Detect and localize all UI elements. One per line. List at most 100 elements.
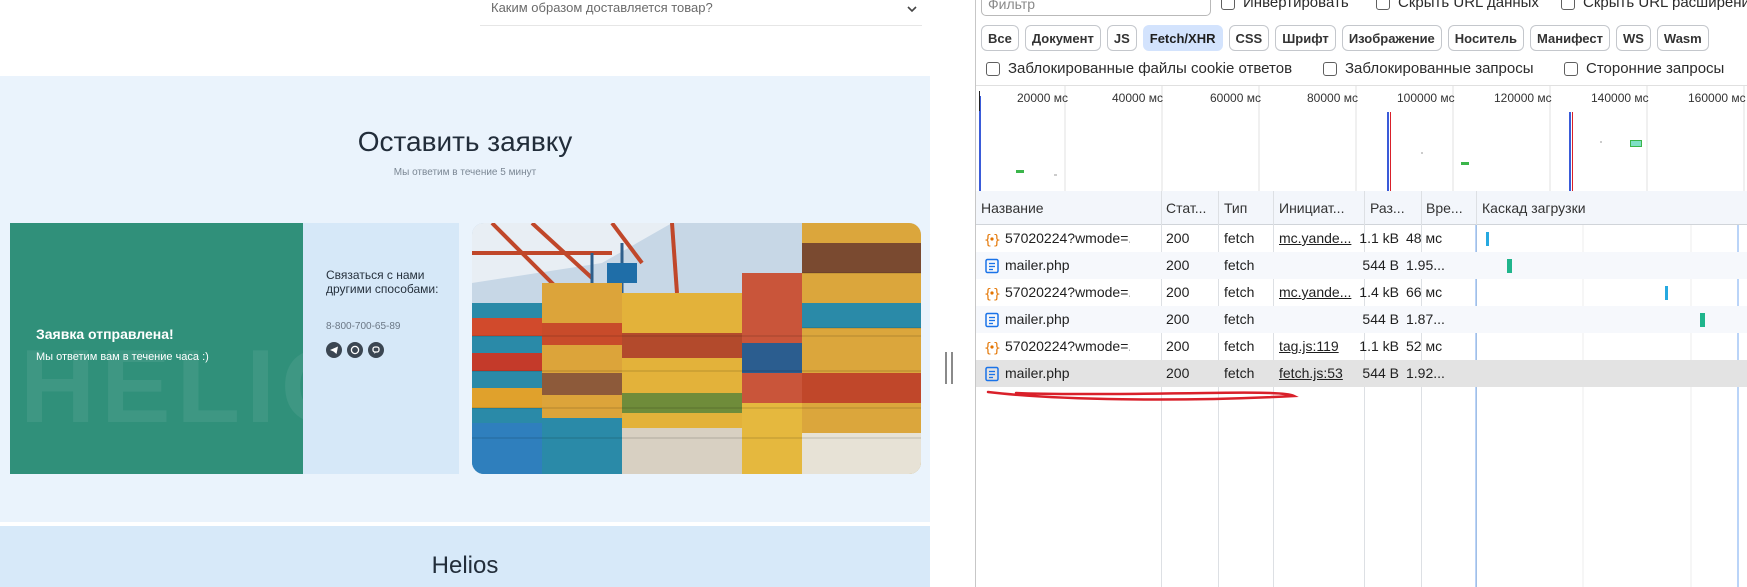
timeline-tick: 140000 мс <box>1591 91 1649 105</box>
svg-text:}: } <box>993 287 1000 301</box>
svg-text:}: } <box>993 341 1000 355</box>
table-row-selected[interactable]: mailer.php 200 fetch fetch.js:53 544 B 1… <box>976 360 1747 387</box>
hide-data-urls-checkbox[interactable]: Скрыть URL данных <box>1376 0 1539 11</box>
svg-text:{: { <box>984 287 992 301</box>
request-type: fetch <box>1224 338 1255 354</box>
filter-chip-all[interactable]: Все <box>981 25 1019 51</box>
request-initiator-link[interactable]: mc.yande... <box>1279 284 1359 300</box>
filter-chip-wasm[interactable]: Wasm <box>1656 25 1709 51</box>
filter-chip-css[interactable]: CSS <box>1228 25 1270 51</box>
network-panel: Фильтр Инвертировать Скрыть URL данных С… <box>975 0 1747 587</box>
request-size: 1.1 kB <box>1359 338 1399 354</box>
container-ship-image <box>472 223 921 474</box>
drag-handle-icon[interactable] <box>944 350 954 386</box>
success-text: Мы ответим вам в течение часа :) <box>36 351 209 363</box>
request-size: 1.1 kB <box>1359 230 1399 246</box>
whatsapp-icon[interactable] <box>347 342 363 358</box>
third-party-checkbox[interactable]: Сторонние запросы <box>1564 60 1724 77</box>
filter-chip-manifest[interactable]: Манифест <box>1530 25 1610 51</box>
request-status: 200 <box>1166 257 1190 273</box>
success-panel: HELIOS Заявка отправлена! Мы ответим вам… <box>10 223 303 474</box>
faq-item[interactable]: Каким образом доставляется товар? <box>480 0 922 26</box>
table-row[interactable]: {} 57020224?wmode=... 200 fetch mc.yande… <box>976 279 1747 306</box>
request-type: fetch <box>1224 230 1255 246</box>
footer-band: Helios <box>0 526 930 587</box>
blocked-cookies-checkbox[interactable]: Заблокированные файлы cookie ответов <box>986 60 1292 77</box>
table-row[interactable]: mailer.php 200 fetch 544 B 1.87... <box>976 306 1747 333</box>
contact-phone[interactable]: 8-800-700-65-89 <box>326 321 401 332</box>
timeline-tick: 80000 мс <box>1307 91 1358 105</box>
filter-chip-media[interactable]: Носитель <box>1447 25 1525 51</box>
filter-chip-js[interactable]: JS <box>1106 25 1137 51</box>
faq-question: Каким образом доставляется товар? <box>491 0 713 15</box>
request-initiator-link[interactable]: mc.yande... <box>1279 230 1359 246</box>
timeline-tick: 100000 мс <box>1397 91 1455 105</box>
svg-text:}: } <box>993 233 1000 247</box>
request-time: 52 мс <box>1406 338 1443 354</box>
fetch-request-icon: {} <box>984 287 1000 301</box>
request-type: fetch <box>1224 284 1255 300</box>
third-party-label: Сторонние запросы <box>1586 60 1725 77</box>
requests-table: Название Стат... Тип Инициат... Раз... В… <box>976 191 1747 587</box>
request-name: 57020224?wmode=... <box>1005 284 1130 300</box>
timeline-overview[interactable]: 20000 мс 40000 мс 60000 мс 80000 мс 1000… <box>976 85 1747 193</box>
chevron-down-icon[interactable] <box>906 3 918 15</box>
checkbox-box[interactable] <box>1561 0 1575 10</box>
request-type: fetch <box>1224 311 1255 327</box>
hide-extension-urls-checkbox[interactable]: Скрыть URL расширений <box>1561 0 1747 11</box>
document-icon <box>985 312 999 328</box>
checkbox-box[interactable] <box>986 61 1000 76</box>
request-initiator-link[interactable]: fetch.js:53 <box>1279 365 1359 381</box>
request-status: 200 <box>1166 365 1190 381</box>
checkbox-box[interactable] <box>1564 61 1578 76</box>
fetch-request-icon: {} <box>984 341 1000 355</box>
request-time: 66 мс <box>1406 284 1443 300</box>
request-status: 200 <box>1166 311 1190 327</box>
panel-splitter[interactable] <box>930 0 975 587</box>
request-time: 1.95... <box>1406 257 1445 273</box>
invert-label: Инвертировать <box>1243 0 1349 11</box>
request-time: 48 мс <box>1406 230 1443 246</box>
checkbox-box[interactable] <box>1323 61 1337 76</box>
blocked-requests-checkbox[interactable]: Заблокированные запросы <box>1323 60 1534 77</box>
fetch-request-icon: {} <box>984 233 1000 247</box>
brand-title: Helios <box>431 552 499 579</box>
viber-icon[interactable] <box>368 342 384 358</box>
request-type: fetch <box>1224 257 1255 273</box>
table-row[interactable]: {} 57020224?wmode=... 200 fetch tag.js:1… <box>976 333 1747 360</box>
filter-placeholder: Фильтр <box>988 0 1036 12</box>
contact-title: Связаться с нами другими способами: <box>326 268 439 296</box>
request-name: 57020224?wmode=... <box>1005 230 1130 246</box>
svg-text:{: { <box>984 341 992 355</box>
watermark-logo: HELIOS <box>20 329 303 445</box>
waterfall-bar <box>1665 286 1668 300</box>
filter-chip-font[interactable]: Шрифт <box>1275 25 1336 51</box>
document-icon <box>985 258 999 274</box>
timeline-tick: 20000 мс <box>1017 91 1068 105</box>
request-type: fetch <box>1224 365 1255 381</box>
hide-data-urls-label: Скрыть URL данных <box>1398 0 1539 11</box>
telegram-icon[interactable] <box>326 342 342 358</box>
request-initiator-link[interactable]: tag.js:119 <box>1279 338 1359 354</box>
success-title: Заявка отправлена! <box>36 326 174 342</box>
filter-chip-document[interactable]: Документ <box>1024 25 1101 51</box>
request-name: mailer.php <box>1005 311 1070 327</box>
waterfall-bar <box>1700 313 1705 327</box>
filter-chip-fetch-xhr[interactable]: Fetch/XHR <box>1142 25 1223 51</box>
table-row[interactable]: mailer.php 200 fetch 544 B 1.95... <box>976 252 1747 279</box>
checkbox-box[interactable] <box>1221 0 1235 10</box>
checkbox-box[interactable] <box>1376 0 1390 10</box>
invert-checkbox[interactable]: Инвертировать <box>1221 0 1349 11</box>
filter-chip-image[interactable]: Изображение <box>1341 25 1442 51</box>
request-size: 544 B <box>1362 365 1399 381</box>
filter-input[interactable]: Фильтр <box>981 0 1211 16</box>
request-size: 1.4 kB <box>1359 284 1399 300</box>
waterfall-bar <box>1507 259 1512 273</box>
annotation-underline <box>986 390 1299 401</box>
table-row[interactable]: {} 57020224?wmode=... 200 fetch mc.yande… <box>976 225 1747 252</box>
hide-extension-urls-label: Скрыть URL расширений <box>1583 0 1747 11</box>
request-title: Оставить заявку <box>357 126 573 157</box>
request-name: 57020224?wmode=... <box>1005 338 1130 354</box>
website-viewport: Каким образом доставляется товар? Остави… <box>0 0 930 587</box>
filter-chip-ws[interactable]: WS <box>1615 25 1651 51</box>
